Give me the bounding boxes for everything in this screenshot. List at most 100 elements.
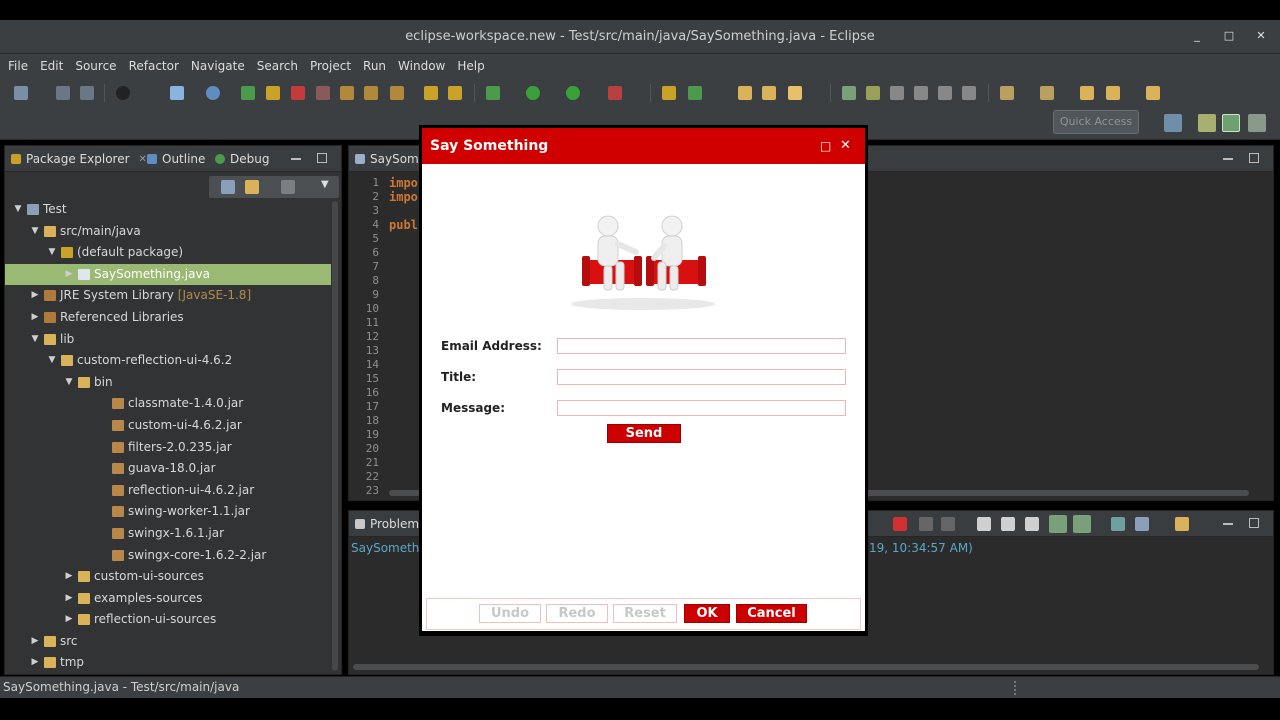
- code-line-2[interactable]: impo: [389, 190, 418, 204]
- pin-console-icon[interactable]: [1111, 517, 1125, 531]
- tab-debug[interactable]: Debug: [215, 152, 269, 166]
- expanded-arrow-icon[interactable]: ▼: [13, 199, 23, 221]
- debug-perspective-icon[interactable]: [1248, 114, 1266, 132]
- suspend-icon[interactable]: [266, 86, 280, 100]
- tab-problems[interactable]: Problem: [355, 517, 419, 531]
- menu-refactor[interactable]: Refactor: [123, 59, 185, 73]
- word-wrap-icon[interactable]: [1025, 517, 1039, 531]
- expanded-arrow-icon[interactable]: ▼: [30, 329, 40, 351]
- code-line-1[interactable]: impo: [389, 176, 418, 190]
- block-selection-icon[interactable]: [914, 86, 928, 100]
- external-tools-icon[interactable]: [608, 86, 622, 100]
- tree-item[interactable]: ▶ reflection-ui-sources: [5, 609, 331, 631]
- link-with-editor-icon[interactable]: [245, 180, 259, 194]
- ok-button[interactable]: OK: [684, 604, 730, 623]
- step-return-icon[interactable]: [390, 86, 404, 100]
- focus-icon[interactable]: [281, 180, 295, 194]
- menu-file[interactable]: File: [2, 59, 34, 73]
- menu-edit[interactable]: Edit: [34, 59, 69, 73]
- minimize-button[interactable]: _: [1190, 29, 1204, 43]
- tree-item[interactable]: ▼ bin: [5, 372, 331, 394]
- terminate-icon[interactable]: [291, 86, 305, 100]
- back-icon[interactable]: [1106, 86, 1120, 100]
- cancel-button[interactable]: Cancel: [736, 604, 807, 623]
- menu-source[interactable]: Source: [69, 59, 122, 73]
- redo-button[interactable]: Redo: [546, 604, 608, 623]
- step-over-icon[interactable]: [364, 86, 378, 100]
- toggle-mark-icon[interactable]: [842, 86, 856, 100]
- menu-window[interactable]: Window: [392, 59, 451, 73]
- open-task-icon[interactable]: [762, 86, 776, 100]
- last-edit-icon[interactable]: [1080, 86, 1094, 100]
- maximize-button[interactable]: □: [1222, 29, 1236, 43]
- minimize-view-button[interactable]: [291, 158, 301, 160]
- open-type-icon[interactable]: [738, 86, 752, 100]
- new-class-icon[interactable]: [662, 86, 676, 100]
- show-whitespace-icon[interactable]: [962, 86, 976, 100]
- remove-all-icon[interactable]: [941, 517, 955, 531]
- save-icon[interactable]: [56, 86, 70, 100]
- prev-annotation-icon[interactable]: [1040, 86, 1054, 100]
- java-ee-perspective-icon[interactable]: [1198, 114, 1216, 132]
- title-field[interactable]: [557, 369, 846, 385]
- new-java-project-icon[interactable]: [486, 86, 500, 100]
- terminate-icon[interactable]: [893, 517, 907, 531]
- tree-item[interactable]: ▶ SaySomething.java: [5, 263, 331, 286]
- maximize-view-button[interactable]: [317, 153, 327, 163]
- forward-icon[interactable]: [1146, 86, 1160, 100]
- quick-access-field[interactable]: Quick Access: [1053, 110, 1139, 134]
- tree-item[interactable]: custom-ui-4.6.2.jar: [5, 415, 331, 437]
- save-all-icon[interactable]: [80, 86, 94, 100]
- tab-saysomething-java[interactable]: SaySome: [355, 152, 426, 166]
- next-annotation-icon[interactable]: [1000, 86, 1014, 100]
- expanded-arrow-icon[interactable]: ▼: [30, 221, 40, 243]
- expanded-arrow-icon[interactable]: ▼: [47, 350, 57, 372]
- scroll-lock-icon[interactable]: [1001, 517, 1015, 531]
- view-menu-icon[interactable]: ▼: [321, 179, 329, 190]
- remove-launch-icon[interactable]: [919, 517, 933, 531]
- tree-item[interactable]: ▼ src/main/java: [5, 221, 331, 243]
- maximize-problems-button[interactable]: [1249, 518, 1259, 528]
- java-perspective-icon[interactable]: [1222, 114, 1240, 132]
- tree-item[interactable]: ▼ lib: [5, 329, 331, 351]
- collapsed-arrow-icon[interactable]: ▶: [64, 566, 74, 588]
- run-icon[interactable]: [566, 86, 580, 100]
- annotation-icon[interactable]: [866, 86, 880, 100]
- menu-search[interactable]: Search: [251, 59, 304, 73]
- expanded-arrow-icon[interactable]: ▼: [47, 242, 57, 264]
- message-field[interactable]: [557, 400, 846, 416]
- minimize-problems-button[interactable]: [1223, 523, 1233, 525]
- close-tab-icon[interactable]: ✕: [139, 154, 147, 165]
- dialog-close-icon[interactable]: ✕: [840, 128, 851, 164]
- tree-item[interactable]: swing-worker-1.1.jar: [5, 501, 331, 523]
- tree-item[interactable]: ▼ custom-reflection-ui-4.6.2: [5, 350, 331, 372]
- tree-item[interactable]: ▼ (default package): [5, 242, 331, 264]
- tree-item[interactable]: ▼ Test: [5, 199, 331, 221]
- menu-navigate[interactable]: Navigate: [185, 59, 251, 73]
- reset-button[interactable]: Reset: [613, 604, 677, 623]
- tree-item[interactable]: reflection-ui-4.6.2.jar: [5, 480, 331, 502]
- tree-item[interactable]: ▶ Referenced Libraries: [5, 307, 331, 329]
- use-step-filters-icon[interactable]: [448, 86, 462, 100]
- collapsed-arrow-icon[interactable]: ▶: [30, 307, 40, 329]
- search-icon[interactable]: [788, 86, 802, 100]
- tree-item[interactable]: ▶ src: [5, 631, 331, 653]
- tab-outline[interactable]: Outline: [147, 152, 205, 166]
- tree-item[interactable]: ▶ JRE System Library [JavaSE-1.8]: [5, 285, 331, 307]
- open-perspective-icon[interactable]: [1164, 114, 1182, 132]
- console-scrollbar[interactable]: [353, 664, 1259, 670]
- skip-breakpoints-icon[interactable]: [206, 86, 220, 100]
- tree-scrollbar[interactable]: [332, 201, 338, 671]
- drop-to-frame-icon[interactable]: [424, 86, 438, 100]
- tree-item[interactable]: swingx-1.6.1.jar: [5, 523, 331, 545]
- close-window-button[interactable]: ✕: [1254, 29, 1268, 43]
- menu-run[interactable]: Run: [357, 59, 392, 73]
- tree-item[interactable]: classmate-1.4.0.jar: [5, 393, 331, 415]
- send-button[interactable]: Send: [607, 424, 681, 443]
- dialog-maximize-icon[interactable]: □: [820, 128, 831, 164]
- maximize-editor-button[interactable]: [1249, 153, 1259, 163]
- collapsed-arrow-icon[interactable]: ▶: [30, 285, 40, 307]
- debug-skip-icon[interactable]: [116, 86, 130, 100]
- console-icon[interactable]: [977, 517, 991, 531]
- new-icon[interactable]: [14, 86, 28, 100]
